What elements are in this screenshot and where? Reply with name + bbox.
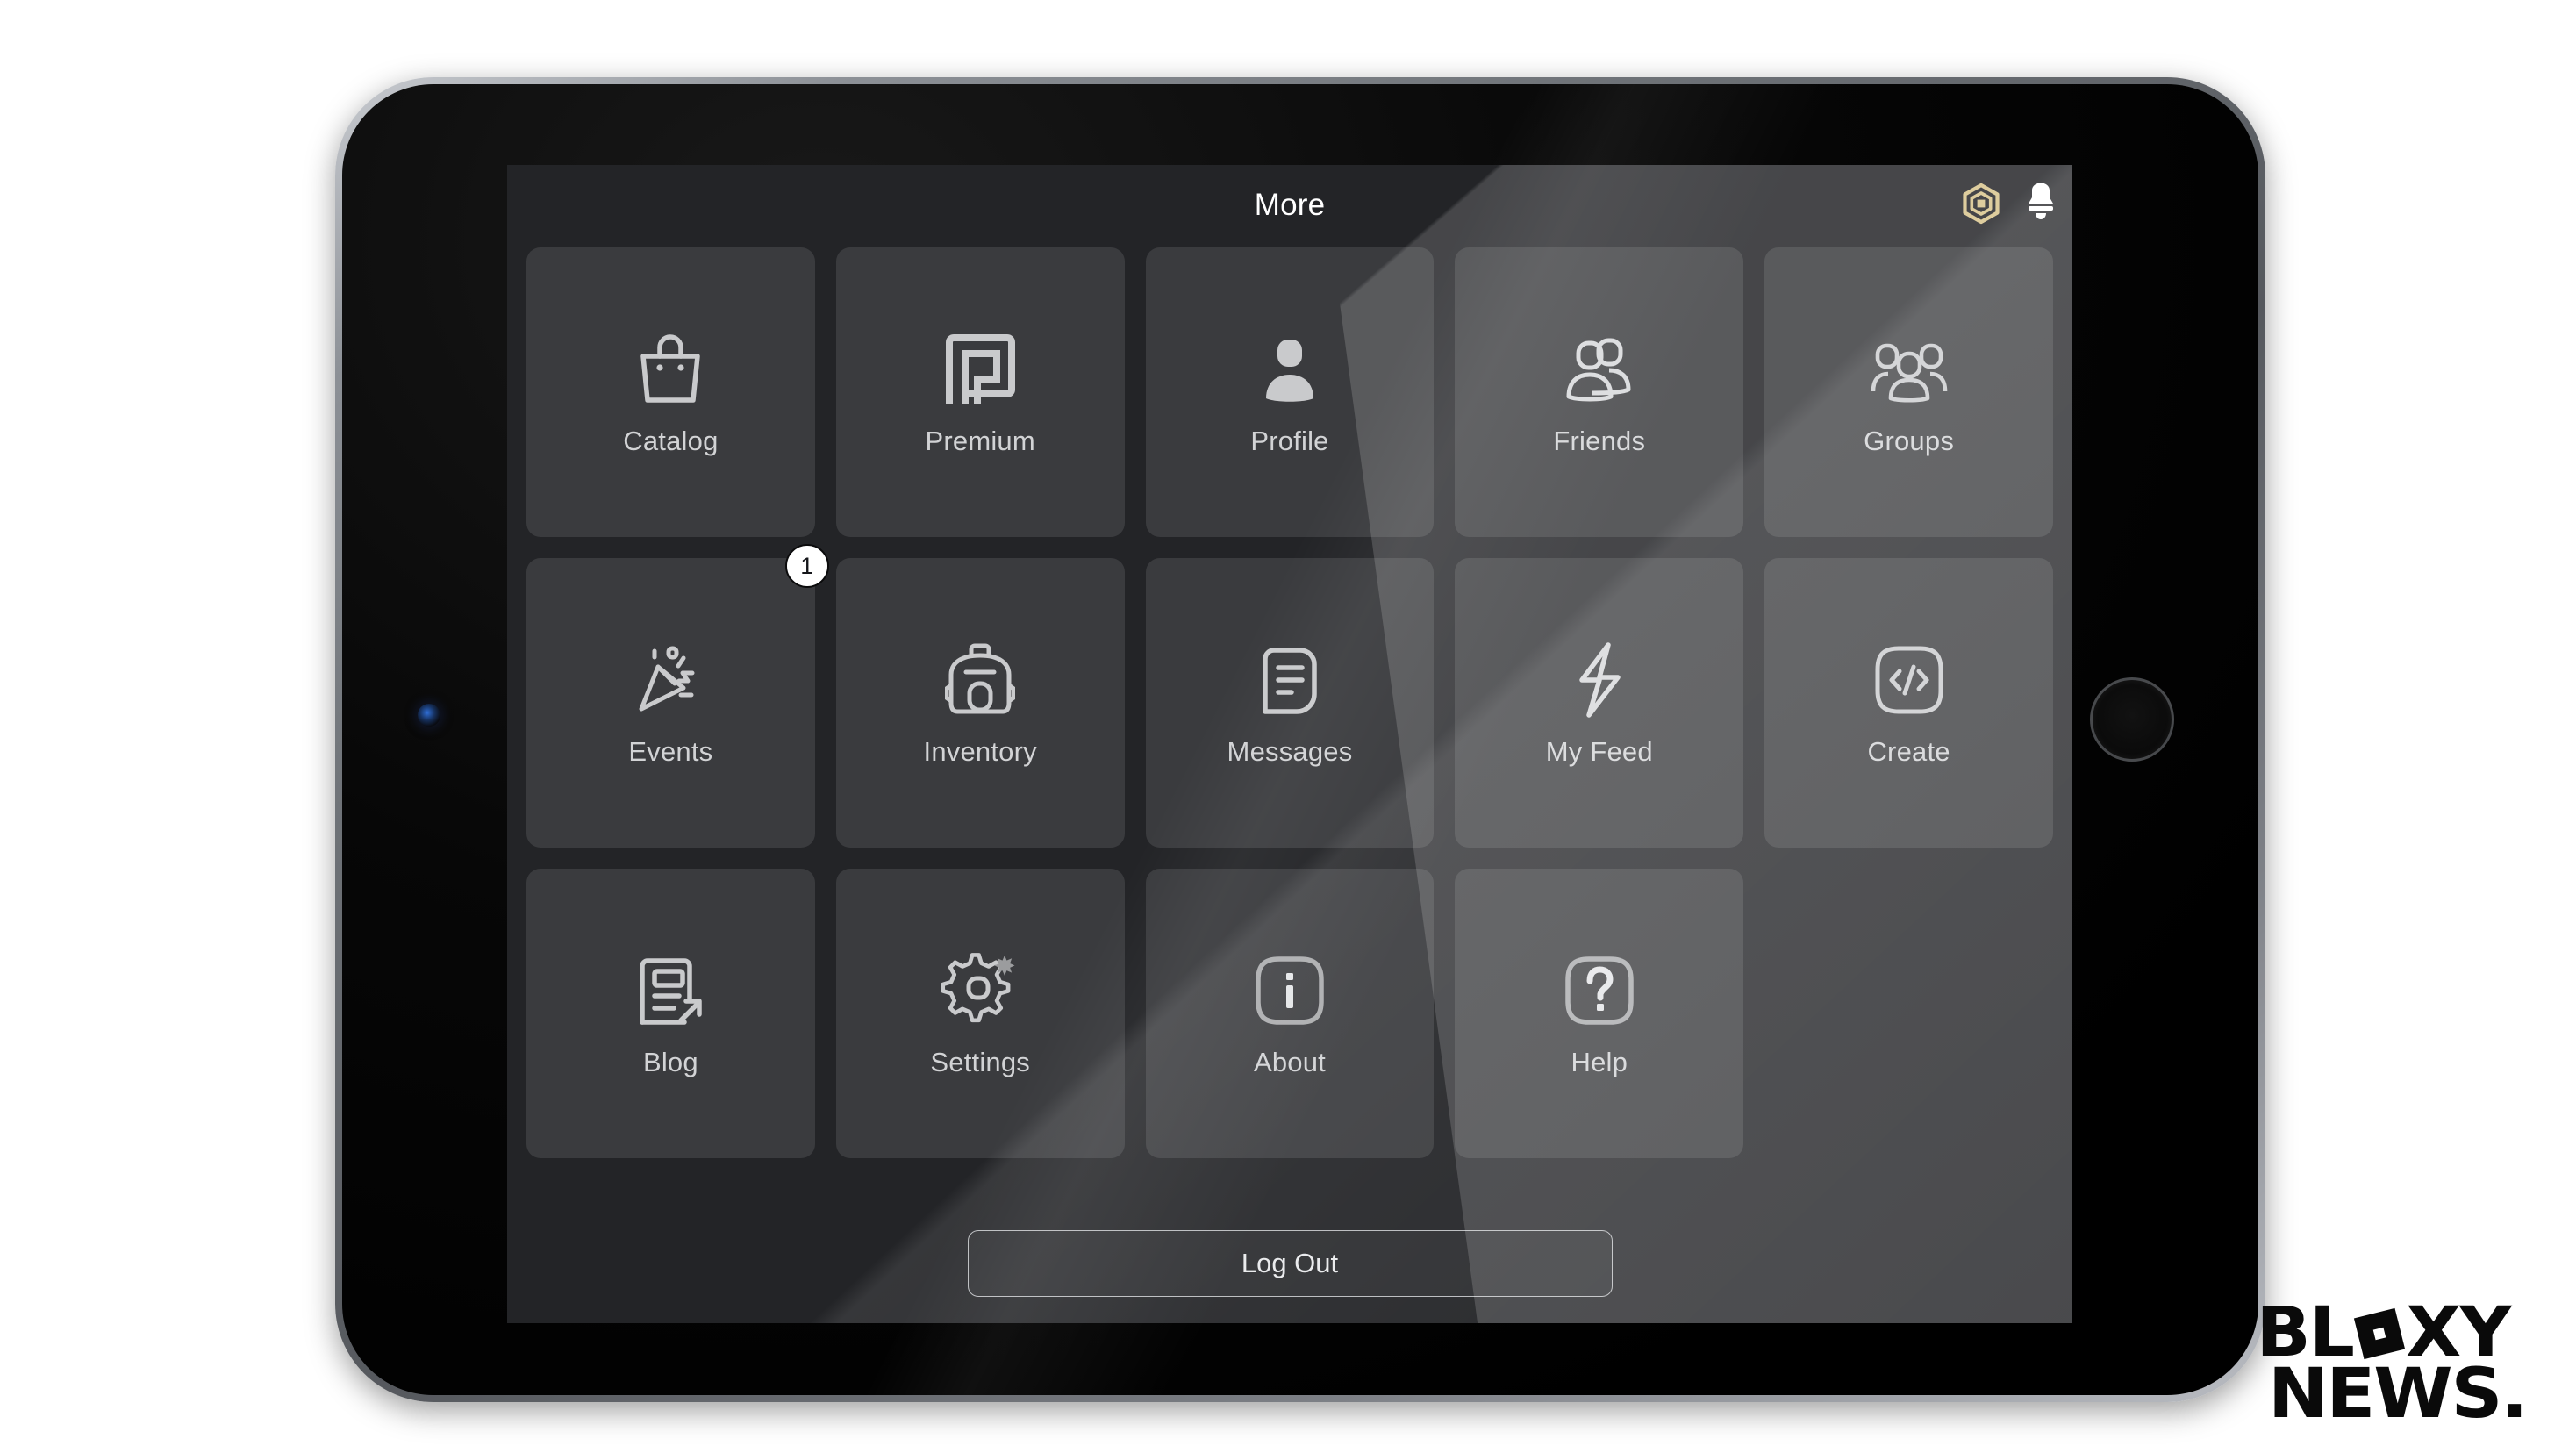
- gear-star-icon: [941, 948, 1019, 1033]
- tile-my-feed[interactable]: My Feed: [1455, 558, 1744, 848]
- screen-header: More: [507, 165, 2072, 244]
- page-title: More: [1254, 188, 1326, 222]
- tile-label: Events: [628, 736, 713, 767]
- watermark-line-1: BL XY: [2256, 1293, 2548, 1373]
- shopping-bag-icon: [636, 327, 705, 412]
- tile-inventory[interactable]: Inventory: [835, 558, 1125, 848]
- tile-help[interactable]: Help: [1455, 869, 1744, 1158]
- log-out-button[interactable]: Log Out: [967, 1230, 1613, 1297]
- watermark-text-before: BL: [2256, 1293, 2355, 1373]
- tile-label: My Feed: [1545, 736, 1653, 767]
- tile-label: Inventory: [923, 736, 1037, 767]
- party-popper-icon: [633, 638, 708, 722]
- question-mark-icon: [1563, 948, 1636, 1033]
- tile-label: Profile: [1250, 426, 1329, 456]
- tile-create[interactable]: Create: [1764, 558, 2053, 848]
- tablet-screen: More Catalog Premium Profile Friends Gro…: [507, 165, 2072, 1323]
- info-icon: [1253, 948, 1327, 1033]
- tile-profile[interactable]: Profile: [1145, 247, 1435, 537]
- three-people-icon: [1869, 327, 1950, 412]
- tile-empty: [1764, 869, 2053, 1158]
- more-menu-grid: Catalog Premium Profile Friends Groups 1…: [526, 247, 2053, 1158]
- tile-label: Messages: [1227, 736, 1353, 767]
- home-button[interactable]: [2090, 677, 2174, 762]
- tile-label: Catalog: [623, 426, 719, 456]
- tablet-device: More Catalog Premium Profile Friends Gro…: [335, 77, 2265, 1402]
- notification-badge: 1: [784, 544, 829, 588]
- chat-bubble-icon: [1256, 638, 1323, 722]
- tile-blog[interactable]: Blog: [526, 869, 815, 1158]
- tile-premium[interactable]: Premium: [835, 247, 1125, 537]
- tile-settings[interactable]: Settings: [835, 869, 1125, 1158]
- tile-label: Premium: [925, 426, 1035, 456]
- logout-row: Log Out: [507, 1230, 2072, 1297]
- tile-label: Help: [1571, 1047, 1628, 1077]
- bloxy-news-watermark: BL XY NEWS.: [2256, 1293, 2548, 1428]
- watermark-line-2: NEWS.: [2268, 1360, 2548, 1428]
- front-camera: [418, 704, 440, 727]
- tile-label: Friends: [1553, 426, 1646, 456]
- tile-label: About: [1253, 1047, 1326, 1077]
- tile-friends[interactable]: Friends: [1455, 247, 1744, 537]
- tile-label: Groups: [1864, 426, 1955, 456]
- tile-catalog[interactable]: Catalog: [526, 247, 815, 537]
- tile-messages[interactable]: Messages: [1145, 558, 1435, 848]
- screenshot-root: More Catalog Premium Profile Friends Gro…: [0, 0, 2576, 1446]
- watermark-text-after: XY: [2406, 1293, 2511, 1373]
- tile-events[interactable]: 1 Events: [526, 544, 829, 848]
- newspaper-arrow-icon: [635, 948, 705, 1033]
- header-icon-group: [1960, 183, 2057, 225]
- tile-about[interactable]: About: [1145, 869, 1435, 1158]
- notification-bell-icon[interactable]: [2027, 183, 2057, 225]
- roblox-square-icon: [2352, 1306, 2407, 1361]
- tablet-bezel: More Catalog Premium Profile Friends Gro…: [342, 84, 2258, 1395]
- watermark-text-news: NEWS.: [2267, 1355, 2529, 1435]
- backpack-icon: [945, 638, 1016, 722]
- two-people-icon: [1562, 327, 1637, 412]
- code-brackets-icon: [1872, 638, 1946, 722]
- lightning-bolt-icon: [1571, 638, 1628, 722]
- tile-label: Blog: [642, 1047, 698, 1077]
- robux-icon[interactable]: [1960, 183, 2002, 225]
- premium-p-icon: [942, 327, 1018, 412]
- tile-label: Create: [1867, 736, 1950, 767]
- person-icon: [1256, 327, 1324, 412]
- tile-label: Settings: [930, 1047, 1030, 1077]
- tile-groups[interactable]: Groups: [1764, 247, 2053, 537]
